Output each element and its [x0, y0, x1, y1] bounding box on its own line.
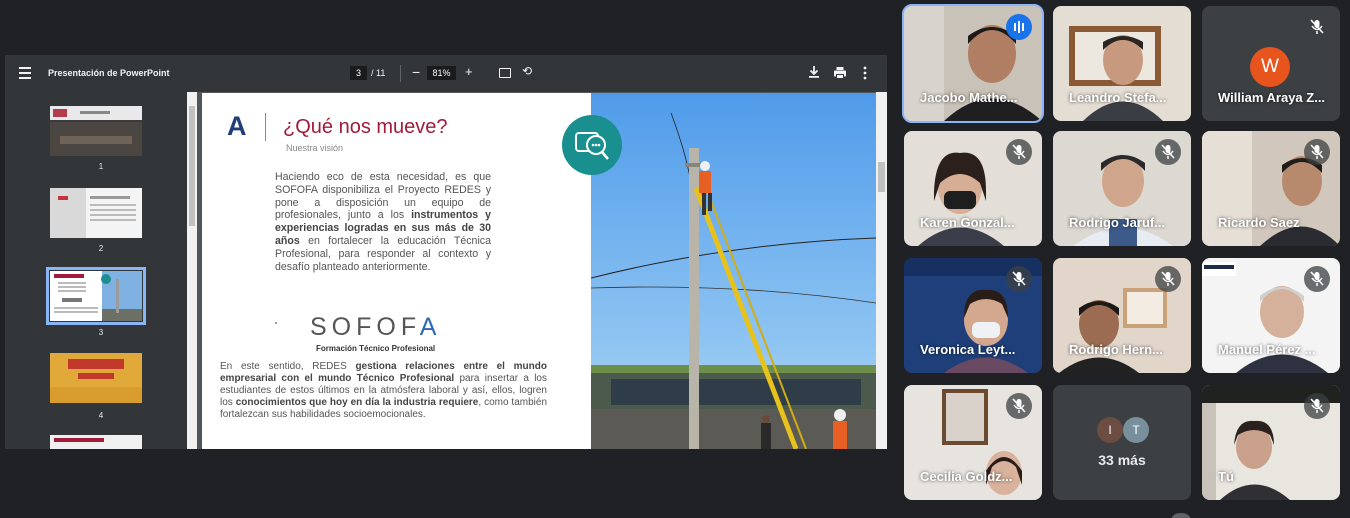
participant-tile[interactable]: Leandro Stefa... [1053, 6, 1191, 121]
thumbnail-page-3[interactable] [46, 267, 146, 325]
mic-off-icon [1006, 139, 1032, 165]
participant-name: Karen Gonzal... [920, 215, 1015, 230]
shared-pdf-viewer: Presentación de PowerPoint 3 / 11 − 81% … [5, 55, 887, 449]
zoom-out-icon[interactable]: − [412, 64, 420, 80]
thumbnail-sidebar: 1 2 3 4 [5, 92, 197, 449]
scroll-hint [1172, 513, 1190, 518]
sofofa-logo: SOFOFA [310, 313, 442, 341]
participant-tile[interactable]: Manuel Pérez ... [1202, 258, 1340, 373]
slide-subheading: Nuestra visión [286, 143, 344, 153]
toolbar-divider [400, 65, 401, 82]
participant-tile[interactable]: Cecilia Goldz... [904, 385, 1042, 500]
self-view-tile[interactable]: Tú [1202, 385, 1340, 500]
rotate-icon[interactable]: ⟲ [522, 64, 532, 78]
slide-logo: A [227, 111, 247, 141]
menu-icon[interactable] [19, 67, 31, 79]
vision-badge-icon [562, 115, 622, 175]
more-options-icon[interactable] [862, 66, 868, 80]
participant-name: Leandro Stefa... [1069, 90, 1167, 105]
sofofa-caption: Formación Técnico Profesional [316, 344, 436, 353]
slide-heading: ¿Qué nos mueve? [283, 116, 448, 138]
participant-name: Rodrigo Hern... [1069, 342, 1163, 357]
mic-off-icon [1155, 266, 1181, 292]
print-icon[interactable] [833, 66, 847, 80]
participant-tile[interactable]: Jacobo Mathe... [902, 4, 1044, 123]
participant-name: William Araya Z... [1218, 90, 1326, 105]
speaking-indicator-icon [1006, 14, 1032, 40]
thumbnail-number: 3 [98, 328, 104, 337]
slide-photo [591, 93, 876, 449]
thumbnail-page-4[interactable] [50, 353, 142, 403]
participant-tile[interactable]: Rodrigo Hern... [1053, 258, 1191, 373]
slide-scrollbar[interactable] [876, 92, 887, 449]
thumbnail-number: 1 [98, 162, 104, 171]
participant-avatar: W [1250, 47, 1290, 87]
mic-off-icon [1304, 139, 1330, 165]
participant-tile[interactable]: Veronica Leyt... [904, 258, 1042, 373]
more-participants-tile[interactable]: I T 33 más [1053, 385, 1191, 500]
page-total: / 11 [371, 68, 386, 78]
participant-avatar: I [1097, 417, 1123, 443]
mic-off-icon [1155, 139, 1181, 165]
zoom-level-input[interactable]: 81% [427, 66, 456, 80]
bullet-dot [275, 322, 277, 324]
slide-page: A ¿Qué nos mueve? Nuestra visión Haciend… [202, 93, 876, 449]
slide-paragraph-2: En este sentido, REDES gestiona relacion… [220, 361, 548, 420]
thumbnail-number: 2 [98, 244, 104, 253]
participant-tile[interactable]: Rodrigo Jaruf... [1053, 131, 1191, 246]
more-participants-label: 33 más [1098, 452, 1146, 468]
mic-off-icon [1006, 266, 1032, 292]
participant-tile[interactable]: W William Araya Z... [1202, 6, 1340, 121]
slide-paragraph-1: Haciendo eco de esta necesidad, es que S… [275, 171, 491, 273]
participant-name: Cecilia Goldz... [920, 469, 1013, 484]
participant-name: Rodrigo Jaruf... [1069, 215, 1166, 230]
participant-name: Manuel Pérez ... [1218, 342, 1316, 357]
participant-name: Jacobo Mathe... [920, 90, 1018, 105]
mic-off-icon [1304, 266, 1330, 292]
thumbnail-scrollbar[interactable] [187, 92, 197, 449]
thumbnail-page-2[interactable] [50, 188, 142, 238]
mic-off-icon [1304, 14, 1330, 40]
mic-off-icon [1006, 393, 1032, 419]
participant-tile[interactable]: Ricardo Saez [1202, 131, 1340, 246]
meet-window: Presentación de PowerPoint 3 / 11 − 81% … [0, 0, 1350, 518]
thumbnail-number: 4 [98, 411, 104, 420]
logo-divider [265, 113, 266, 141]
participant-name: Tú [1218, 469, 1234, 484]
participant-avatar: T [1123, 417, 1149, 443]
document-title: Presentación de PowerPoint [48, 68, 170, 78]
page-number-input[interactable]: 3 [350, 66, 367, 80]
mic-off-icon [1304, 393, 1330, 419]
fit-page-icon[interactable] [499, 68, 511, 78]
participant-name: Veronica Leyt... [920, 342, 1016, 357]
download-icon[interactable] [807, 65, 821, 79]
participant-tile[interactable]: Karen Gonzal... [904, 131, 1042, 246]
thumbnail-page-1[interactable] [50, 106, 142, 156]
participant-name: Ricardo Saez [1218, 215, 1300, 230]
thumbnail-page-5[interactable] [50, 435, 142, 449]
pdf-toolbar: Presentación de PowerPoint 3 / 11 − 81% … [5, 55, 887, 92]
zoom-in-icon[interactable]: + [465, 64, 473, 79]
